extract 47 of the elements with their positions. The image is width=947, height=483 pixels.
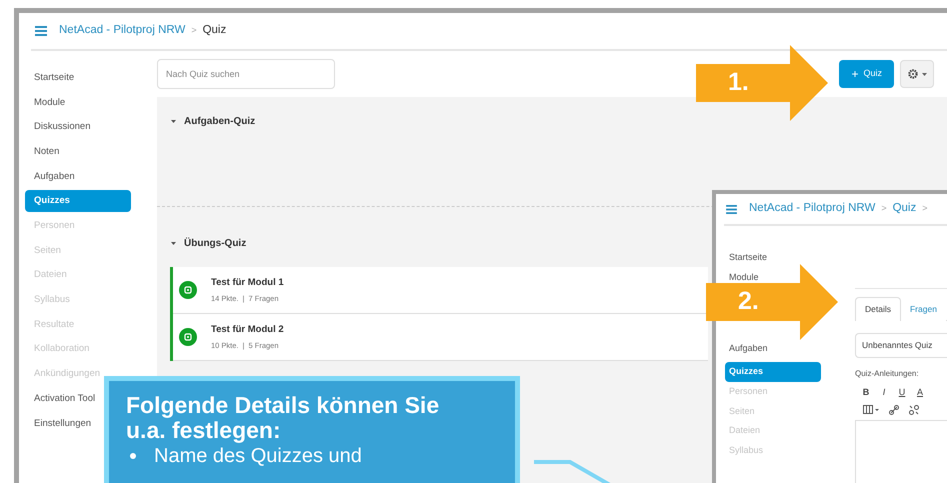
quiz-name[interactable]: Test für Modul 1 bbox=[211, 276, 284, 290]
callout-bullet: Name des Quizzes und bbox=[154, 445, 362, 467]
sidebar-item[interactable]: Aufgaben bbox=[725, 342, 772, 356]
caret-icon[interactable] bbox=[171, 118, 176, 124]
step-number: 2. bbox=[738, 286, 759, 316]
sidebar-item[interactable]: Module bbox=[25, 92, 74, 114]
format-button[interactable]: I bbox=[879, 386, 889, 400]
title-field[interactable]: Unbenanntes Quiz bbox=[855, 333, 947, 358]
sidebar-item[interactable]: Module bbox=[725, 270, 763, 285]
unlink-icon[interactable] bbox=[909, 404, 919, 414]
course-link[interactable]: NetAcad - Pilotproj NRW bbox=[749, 200, 876, 218]
group-title[interactable]: Aufgaben-Quiz bbox=[184, 114, 256, 128]
breadcrumb-separator: > bbox=[881, 202, 887, 216]
round-icon bbox=[179, 281, 197, 299]
page-title[interactable]: Quiz bbox=[892, 200, 916, 218]
sidebar-item[interactable]: Activation Tool bbox=[25, 388, 104, 410]
round-icon bbox=[179, 328, 197, 346]
table-icon[interactable] bbox=[863, 405, 879, 414]
caret-icon[interactable] bbox=[171, 240, 176, 246]
format-button[interactable]: A bbox=[915, 386, 925, 400]
sidebar-item[interactable]: Noten bbox=[25, 141, 68, 164]
breadcrumb-separator: > bbox=[191, 24, 197, 38]
sidebar-item[interactable]: Einstellungen bbox=[25, 412, 100, 435]
gear-icon bbox=[908, 69, 918, 79]
tab[interactable]: Details bbox=[855, 297, 901, 321]
breadcrumb-separator: > bbox=[922, 202, 928, 216]
menu-icon[interactable] bbox=[726, 204, 737, 214]
sidebar-item[interactable]: Startseite bbox=[25, 67, 84, 89]
step-number: 1. bbox=[728, 67, 749, 97]
caret-icon bbox=[922, 72, 926, 76]
instructions-label: Quiz-Anleitungen: bbox=[855, 368, 920, 380]
tab[interactable]: Fragen bbox=[900, 297, 946, 321]
course-link[interactable]: NetAcad - Pilotproj NRW bbox=[59, 22, 186, 40]
quiz-name[interactable]: Test für Modul 2 bbox=[211, 322, 284, 337]
sidebar-item[interactable]: Aufgaben bbox=[25, 166, 84, 188]
group-title[interactable]: Übungs-Quiz bbox=[184, 236, 246, 250]
search-field[interactable]: Nach Quiz suchen bbox=[157, 59, 335, 89]
page-title: Quiz bbox=[202, 23, 226, 38]
format-button[interactable]: B bbox=[861, 386, 871, 400]
link-icon[interactable] bbox=[889, 404, 899, 414]
callout-title: Folgende Details können Sie u.a. festlegen: bbox=[126, 393, 440, 443]
sidebar-item[interactable]: Startseite bbox=[725, 251, 772, 265]
settings-button[interactable] bbox=[900, 60, 934, 88]
sidebar-item[interactable]: Diskussionen bbox=[25, 116, 100, 138]
menu-icon[interactable] bbox=[35, 26, 47, 36]
bullet-icon bbox=[130, 453, 136, 459]
format-button[interactable]: U bbox=[897, 386, 907, 400]
